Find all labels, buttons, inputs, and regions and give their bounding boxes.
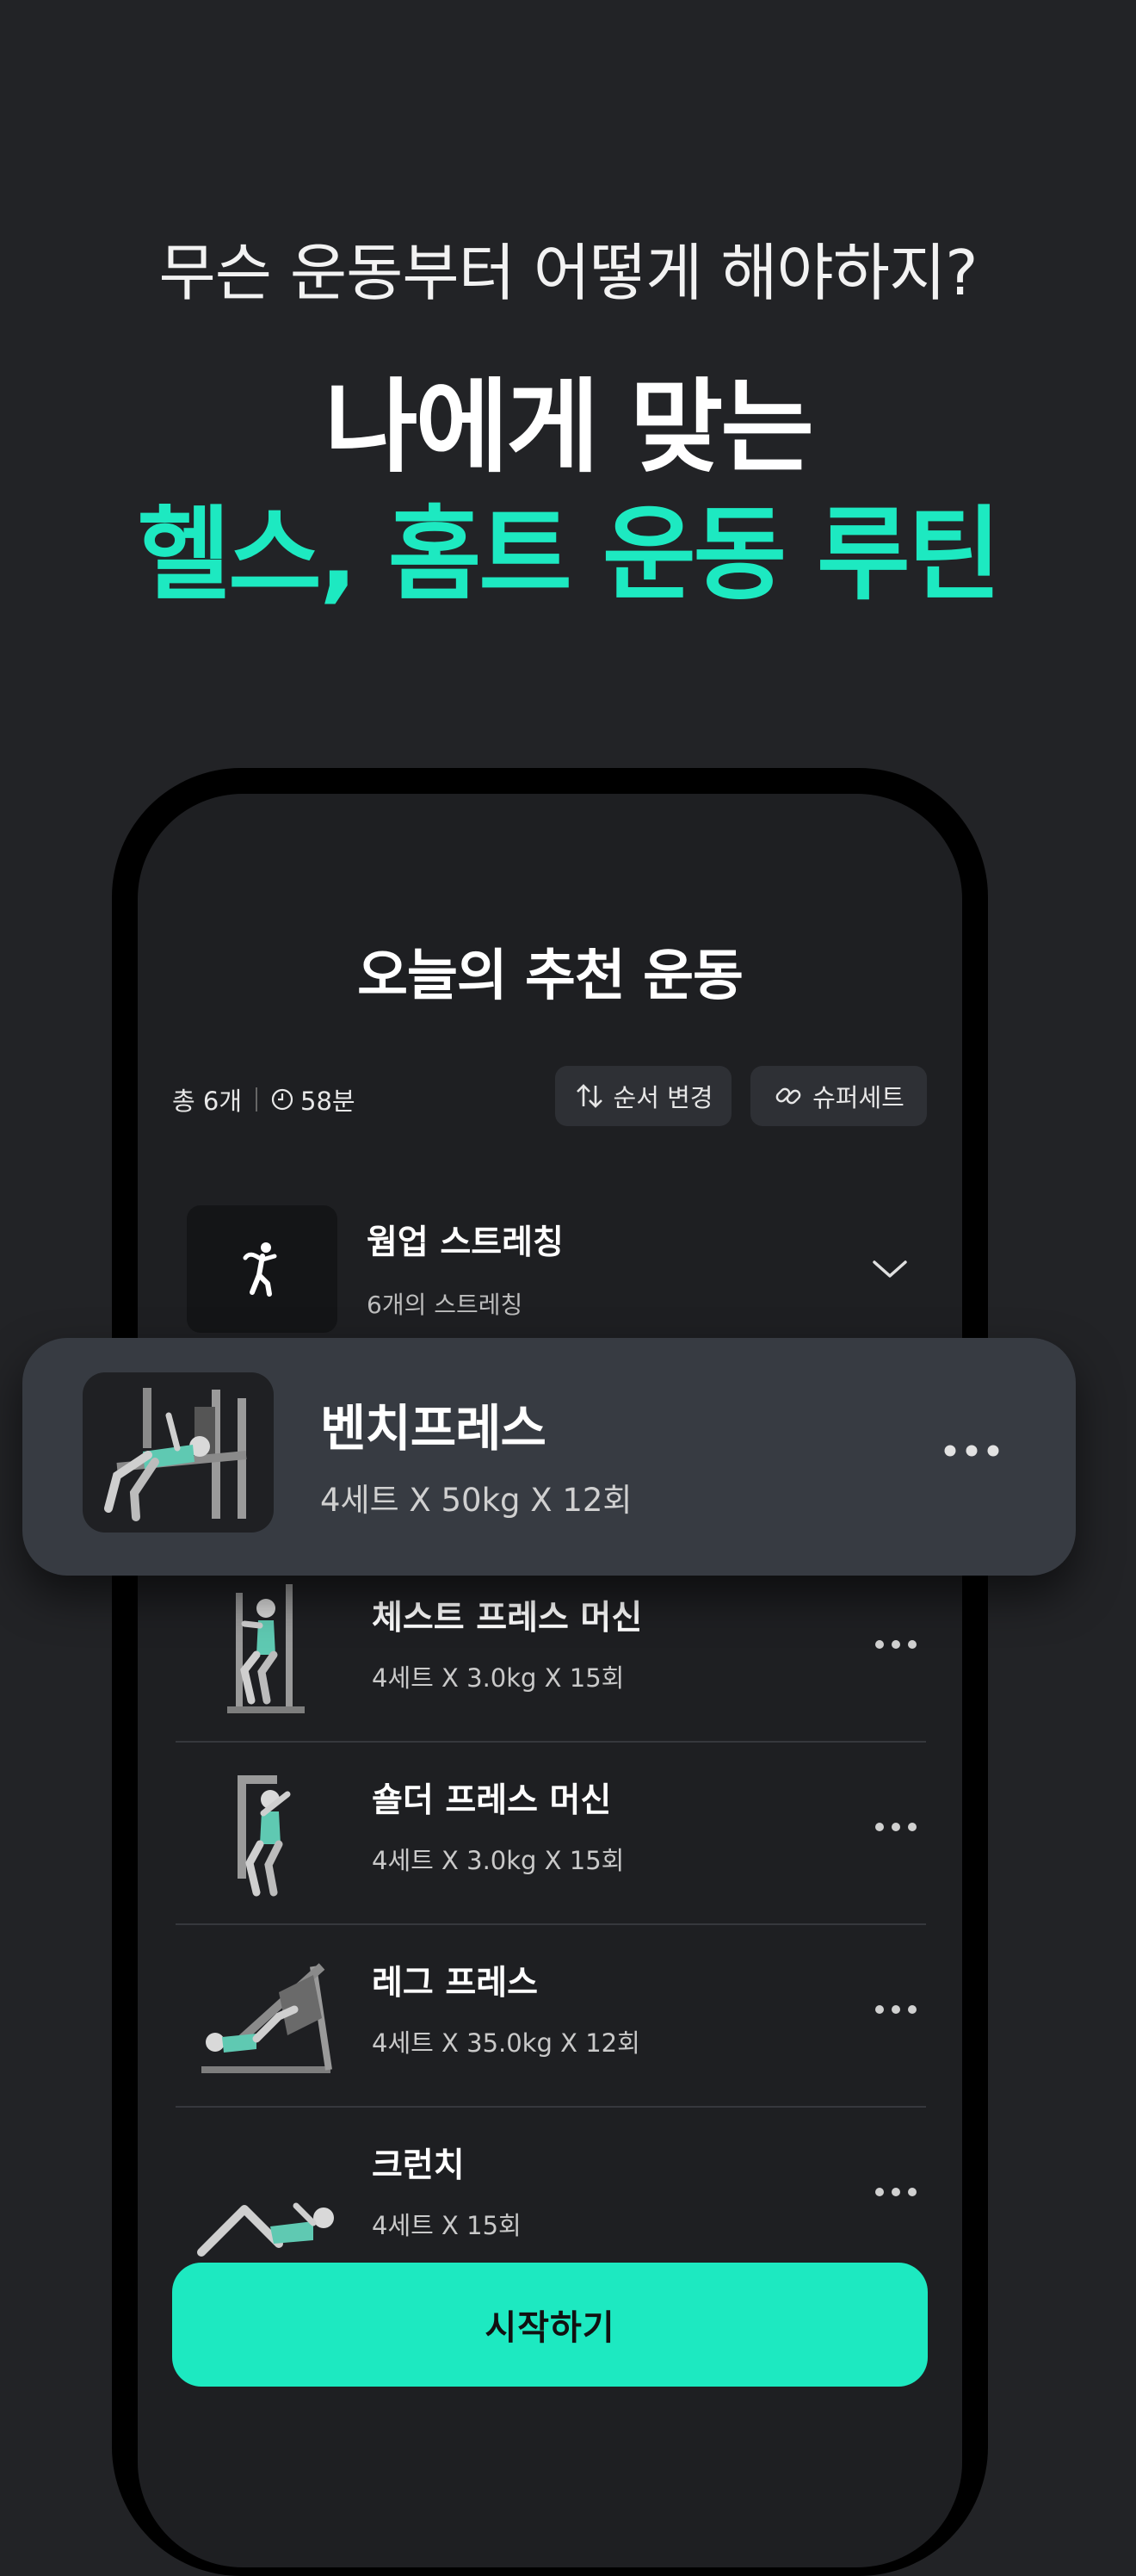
exercise-detail: 4세트 X 35.0kg X 12회 <box>372 2028 640 2058</box>
chest-press-illustration <box>227 1584 305 1713</box>
exercise-detail: 4세트 X 3.0kg X 15회 <box>372 1663 625 1693</box>
more-options-icon[interactable] <box>873 2183 919 2201</box>
reorder-button[interactable]: 순서 변경 <box>555 1066 732 1126</box>
total-count: 총 6개 <box>172 1087 243 1116</box>
sort-arrows-icon <box>576 1084 602 1108</box>
hero-title-line2: 헬스, 홈트 운동 루틴 <box>137 495 1002 614</box>
more-options-icon[interactable] <box>873 1636 919 1653</box>
routine-stats: 총 6개 58분 <box>172 1078 355 1121</box>
highlight-detail: 4세트 X 50kg X 12회 <box>320 1482 633 1519</box>
stretching-person-icon <box>243 1242 276 1297</box>
bench-press-thumbnail <box>83 1372 274 1533</box>
more-options-icon[interactable] <box>942 1440 1002 1462</box>
more-options-icon[interactable] <box>873 1818 919 1836</box>
exercise-title: 크런치 <box>372 2146 465 2185</box>
exercise-title: 레그 프레스 <box>372 1964 538 2003</box>
exercise-row-crunch[interactable]: 크런치 4세트 X 15회 <box>176 2106 926 2288</box>
highlighted-exercise-card[interactable]: 벤치프레스 4세트 X 50kg X 12회 <box>22 1338 1076 1576</box>
reorder-label: 순서 변경 <box>613 1083 713 1112</box>
exercise-row-shoulder-press[interactable]: 숄더 프레스 머신 4세트 X 3.0kg X 15회 <box>176 1741 926 1925</box>
clock-icon <box>271 1088 293 1111</box>
stats-divider <box>256 1087 258 1112</box>
highlight-title: 벤치프레스 <box>320 1399 546 1458</box>
screen-title: 오늘의 추천 운동 <box>357 944 744 1008</box>
phone-screen: 오늘의 추천 운동 총 6개 58분 순서 변경 슈퍼세트 웜업 스트레칭 6개… <box>138 794 962 2567</box>
exercise-row-leg-press[interactable]: 레그 프레스 4세트 X 35.0kg X 12회 <box>176 1923 926 2108</box>
crunch-illustration <box>197 2202 334 2257</box>
hero-title-line1: 나에게 맞는 <box>324 368 814 486</box>
exercise-detail: 4세트 X 3.0kg X 15회 <box>372 1846 625 1875</box>
superset-label: 슈퍼세트 <box>812 1083 904 1112</box>
shoulder-press-illustration <box>238 1775 291 1897</box>
exercise-row-chest-press[interactable]: 체스트 프레스 머신 4세트 X 3.0kg X 15회 <box>176 1558 926 1743</box>
warmup-title: 웜업 스트레칭 <box>367 1223 564 1262</box>
leg-press-illustration <box>201 1963 332 2073</box>
chevron-down-icon[interactable] <box>869 1248 911 1290</box>
bench-press-illustration <box>104 1388 247 1521</box>
start-button[interactable]: 시작하기 <box>172 2263 928 2387</box>
warmup-thumbnail[interactable] <box>187 1205 337 1333</box>
exercise-title: 숄더 프레스 머신 <box>372 1781 612 1820</box>
superset-button[interactable]: 슈퍼세트 <box>750 1066 927 1126</box>
warmup-subtitle: 6개의 스트레칭 <box>367 1291 523 1319</box>
hero-subtitle: 무슨 운동부터 어떻게 해야하지? <box>158 237 979 309</box>
link-icon <box>775 1087 801 1105</box>
total-duration: 58분 <box>300 1087 355 1116</box>
exercise-detail: 4세트 X 15회 <box>372 2211 522 2240</box>
more-options-icon[interactable] <box>873 2001 919 2018</box>
exercise-title: 체스트 프레스 머신 <box>372 1599 643 1638</box>
